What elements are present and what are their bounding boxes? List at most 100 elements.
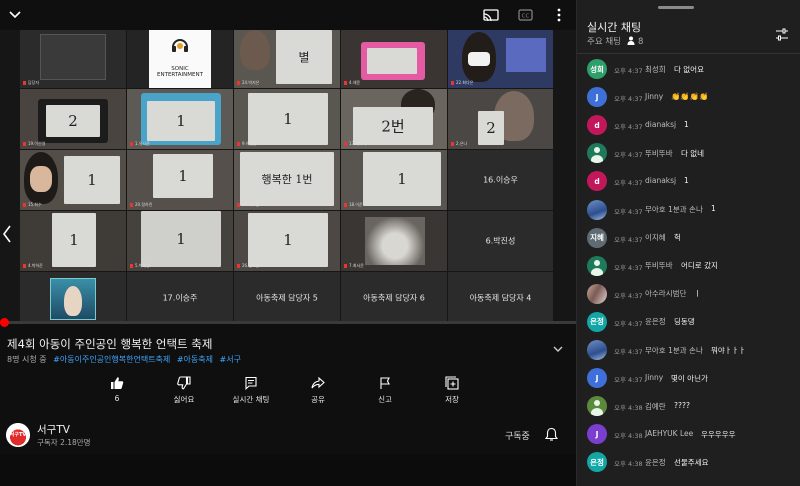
channel-avatar[interactable]: 서구TV <box>6 423 30 447</box>
chat-message[interactable]: 오후 4:37 아수라시범단 ㅣ <box>577 281 800 307</box>
notification-bell-icon[interactable] <box>544 427 559 442</box>
author-name[interactable]: 김예란 <box>645 401 666 412</box>
participant-tile: 별 24.박지은 <box>234 28 340 88</box>
panel-drag-handle[interactable] <box>658 6 694 9</box>
expand-description-chevron-icon[interactable] <box>553 338 565 352</box>
author-name[interactable]: JAEHYUK Lee <box>645 429 693 438</box>
live-chat-button[interactable]: 실시간 채팅 <box>221 376 281 405</box>
author-avatar[interactable] <box>587 255 607 276</box>
save-button[interactable]: 저장 <box>422 376 482 405</box>
author-name[interactable]: 무아호 1분과 손나 <box>645 345 703 356</box>
author-name[interactable]: Jinny <box>645 373 663 382</box>
chat-message[interactable]: J 오후 4:37 Jinny 몇이 아닌가 <box>577 365 800 391</box>
chat-message[interactable]: 지혜 오후 4:37 이지혜 헉 <box>577 225 800 251</box>
chat-mode-selector[interactable]: 주요 채팅 8 <box>587 35 643 47</box>
paper-answer: 1 <box>69 231 79 249</box>
message-text: 다 없어요 <box>674 64 704 74</box>
chat-mode-label: 주요 채팅 <box>587 37 621 47</box>
chat-message[interactable]: d 오후 4:37 dianaksj 1 <box>577 112 800 138</box>
live-chat-panel: 실시간 채팅 주요 채팅 8 성희 오후 4:37 최성희 다 없어요 J 오후 4:37 J… <box>576 0 800 486</box>
more-options-icon[interactable] <box>549 6 569 24</box>
like-button[interactable]: 6 <box>87 376 147 403</box>
chat-message[interactable]: 오후 4:37 무아호 1분과 손나 뭐야ㅏㅏㅏ <box>577 337 800 363</box>
author-avatar[interactable]: d <box>587 115 607 136</box>
chat-message[interactable]: J 오후 4:37 Jinny 👏👏👏👏 <box>577 84 800 110</box>
participant-name: 아동축제 담당자 5 <box>256 293 318 302</box>
message-timestamp: 오후 4:37 <box>614 291 643 300</box>
chat-message[interactable]: 오후 4:37 무아호 1분과 손나 1 <box>577 197 800 223</box>
dislike-button[interactable]: 싫어요 <box>154 376 214 405</box>
author-avatar[interactable]: 은정 <box>587 452 607 473</box>
author-avatar[interactable]: J <box>587 368 607 389</box>
chat-message[interactable]: 오후 4:37 뚜비뚜바 어디로 갔지 <box>577 253 800 279</box>
author-name[interactable]: 윤은정 <box>645 316 666 327</box>
author-name[interactable]: 무아호 1분과 손나 <box>645 204 703 215</box>
message-timestamp: 오후 4:37 <box>614 95 643 104</box>
message-text: 어디로 갔지 <box>681 261 718 271</box>
captions-icon[interactable]: CC <box>515 6 535 24</box>
like-icon <box>111 377 124 389</box>
previous-chevron-icon[interactable] <box>2 225 14 245</box>
subscribed-button[interactable]: 구독중 <box>505 429 530 442</box>
author-avatar[interactable]: J <box>587 424 607 445</box>
author-name[interactable]: 윤은정 <box>645 457 666 468</box>
message-timestamp: 오후 4:37 <box>614 263 643 272</box>
author-avatar[interactable] <box>587 283 607 304</box>
hashtag-link[interactable]: #아동이주인공인행복한언택트축제 <box>53 355 170 364</box>
author-avatar[interactable] <box>587 143 607 164</box>
author-name[interactable]: 이지혜 <box>645 232 666 243</box>
message-text: 헉 <box>674 233 681 243</box>
message-text: 딩동댕 <box>674 317 695 327</box>
author-name[interactable]: Jinny <box>645 92 663 101</box>
scrubber-handle[interactable] <box>0 318 9 327</box>
author-avatar[interactable] <box>587 199 607 220</box>
chat-message[interactable]: 은정 오후 4:37 윤은정 딩동댕 <box>577 309 800 335</box>
chat-message[interactable]: 은정 오후 4:38 윤은정 선물주세요 <box>577 449 800 475</box>
author-name[interactable]: 뚜비뚜바 <box>645 148 673 159</box>
chat-message[interactable]: 오후 4:37 뚜비뚜바 다 없네 <box>577 140 800 166</box>
video-player[interactable]: CC 담당자 SONIC ENTERTAINMENT 별 24.박지은 4.채윤… <box>0 0 576 323</box>
participant-tile: 아동축제 담당자 4 <box>448 272 553 323</box>
author-avatar[interactable]: d <box>587 171 607 192</box>
chat-viewer-count: 8 <box>637 37 644 47</box>
cast-icon[interactable] <box>481 6 501 24</box>
paper-answer: 1 <box>178 167 188 185</box>
author-avatar[interactable] <box>587 340 607 360</box>
participant-tile: 17.이승주 <box>127 272 233 323</box>
channel-row: 서구TV 서구TV 구독자 2.18만명 구독중 <box>0 415 576 453</box>
author-avatar[interactable]: J <box>587 87 607 108</box>
player-top-bar: CC <box>0 0 576 30</box>
author-avatar[interactable] <box>587 396 607 417</box>
participant-name: 15.최수 <box>23 202 42 208</box>
channel-name[interactable]: 서구TV <box>37 422 70 437</box>
author-avatar[interactable]: 성희 <box>587 59 607 79</box>
message-timestamp: 오후 4:37 <box>614 207 643 216</box>
participant-tile: 6.박진성 <box>448 211 553 271</box>
participant-name: 6.박진성 <box>485 236 516 246</box>
author-name[interactable]: 아수라시범단 <box>645 288 686 299</box>
hashtag-link[interactable]: #서구 <box>220 355 241 364</box>
author-name[interactable]: dianaksj <box>645 120 676 129</box>
author-name[interactable]: 뚜비뚜바 <box>645 260 673 271</box>
chat-message[interactable]: d 오후 4:37 dianaksj 1 <box>577 168 800 194</box>
chat-message[interactable]: 오후 4:38 김예란???? <box>577 393 800 419</box>
video-column: CC 담당자 SONIC ENTERTAINMENT 별 24.박지은 4.채윤… <box>0 0 576 486</box>
author-avatar[interactable]: 지혜 <box>587 227 607 248</box>
chat-message[interactable]: J 오후 4:38 JAEHYUK Lee 우우우우우 <box>577 421 800 447</box>
message-text: 뭐야ㅏㅏㅏ <box>711 345 746 355</box>
collapse-chevron-icon[interactable] <box>5 6 25 24</box>
viewer-count: 8명 시청 중 <box>7 355 47 364</box>
viewer-person-icon <box>627 36 635 45</box>
author-name[interactable]: dianaksj <box>645 176 676 185</box>
message-text: ???? <box>674 400 690 410</box>
video-progress-bar[interactable] <box>0 318 576 327</box>
author-avatar[interactable]: 은정 <box>587 311 607 332</box>
author-name[interactable]: 최성희 <box>645 64 666 75</box>
chat-message[interactable]: 성희 오후 4:37 최성희 다 없어요 <box>577 56 800 82</box>
paper-answer: 1 <box>397 170 407 188</box>
share-button[interactable]: 공유 <box>288 376 348 405</box>
hashtag-link[interactable]: #아동축제 <box>177 355 213 364</box>
report-button[interactable]: 신고 <box>355 376 415 405</box>
chat-settings-sliders-icon[interactable] <box>775 26 791 41</box>
video-conference-grid: 담당자 SONIC ENTERTAINMENT 별 24.박지은 4.채윤 22… <box>20 28 553 323</box>
